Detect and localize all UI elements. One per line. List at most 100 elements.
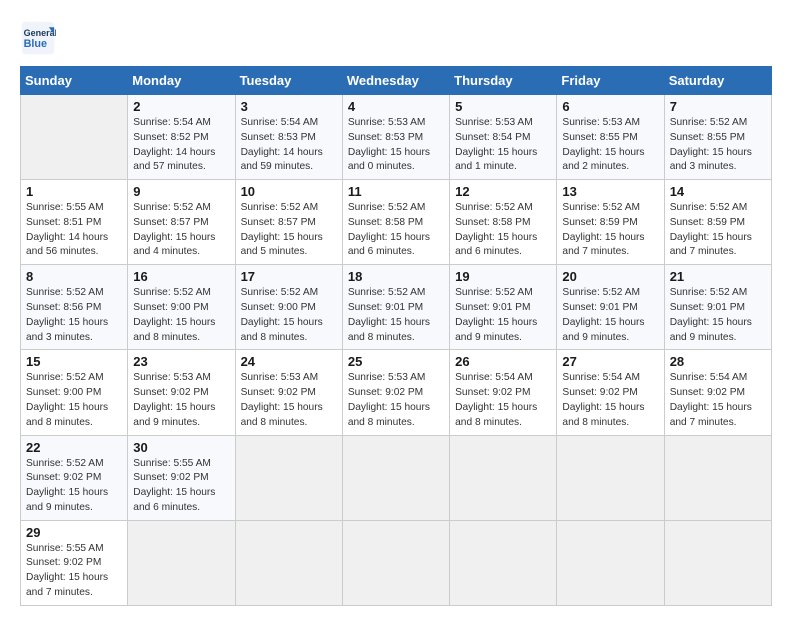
calendar-cell <box>128 520 235 605</box>
sunrise-label: Sunrise: 5:54 AM <box>133 117 211 128</box>
daylight-label: Daylight: 15 hours and 8 minutes. <box>348 317 430 343</box>
day-number: 12 <box>455 184 551 199</box>
sunset-label: Sunset: 9:02 PM <box>26 557 101 568</box>
daylight-label: Daylight: 15 hours and 7 minutes. <box>670 402 752 428</box>
day-number: 21 <box>670 269 766 284</box>
daylight-label: Daylight: 15 hours and 9 minutes. <box>562 317 644 343</box>
calendar-cell: 23 Sunrise: 5:53 AM Sunset: 9:02 PM Dayl… <box>128 350 235 435</box>
day-info: Sunrise: 5:53 AM Sunset: 8:55 PM Dayligh… <box>562 116 658 175</box>
day-number: 1 <box>26 184 122 199</box>
calendar-cell <box>450 520 557 605</box>
day-number: 22 <box>26 440 122 455</box>
day-info: Sunrise: 5:55 AM Sunset: 9:02 PM Dayligh… <box>133 457 229 516</box>
day-info: Sunrise: 5:52 AM Sunset: 9:01 PM Dayligh… <box>562 286 658 345</box>
calendar-cell <box>235 520 342 605</box>
daylight-label: Daylight: 15 hours and 3 minutes. <box>26 317 108 343</box>
sunrise-label: Sunrise: 5:52 AM <box>455 202 533 213</box>
calendar-cell: 25 Sunrise: 5:53 AM Sunset: 9:02 PM Dayl… <box>342 350 449 435</box>
sunset-label: Sunset: 8:59 PM <box>562 217 637 228</box>
sunset-label: Sunset: 8:57 PM <box>241 217 316 228</box>
sunset-label: Sunset: 8:53 PM <box>348 132 423 143</box>
sunset-label: Sunset: 9:02 PM <box>133 387 208 398</box>
day-number: 19 <box>455 269 551 284</box>
day-number: 4 <box>348 99 444 114</box>
daylight-label: Daylight: 15 hours and 1 minute. <box>455 147 537 173</box>
calendar-cell <box>235 435 342 520</box>
day-number: 16 <box>133 269 229 284</box>
day-number: 3 <box>241 99 337 114</box>
calendar-cell <box>557 435 664 520</box>
day-info: Sunrise: 5:52 AM Sunset: 9:00 PM Dayligh… <box>241 286 337 345</box>
calendar-cell: 13 Sunrise: 5:52 AM Sunset: 8:59 PM Dayl… <box>557 180 664 265</box>
calendar-row: 15 Sunrise: 5:52 AM Sunset: 9:00 PM Dayl… <box>21 350 772 435</box>
day-info: Sunrise: 5:54 AM Sunset: 8:52 PM Dayligh… <box>133 116 229 175</box>
sunrise-label: Sunrise: 5:54 AM <box>241 117 319 128</box>
day-number: 29 <box>26 525 122 540</box>
sunset-label: Sunset: 8:58 PM <box>455 217 530 228</box>
daylight-label: Daylight: 15 hours and 8 minutes. <box>348 402 430 428</box>
sunrise-label: Sunrise: 5:53 AM <box>562 117 640 128</box>
day-info: Sunrise: 5:52 AM Sunset: 8:57 PM Dayligh… <box>241 201 337 260</box>
daylight-label: Daylight: 15 hours and 6 minutes. <box>133 487 215 513</box>
daylight-label: Daylight: 15 hours and 9 minutes. <box>133 402 215 428</box>
day-info: Sunrise: 5:53 AM Sunset: 9:02 PM Dayligh… <box>348 371 444 430</box>
sunrise-label: Sunrise: 5:52 AM <box>133 287 211 298</box>
daylight-label: Daylight: 15 hours and 7 minutes. <box>670 232 752 258</box>
day-number: 10 <box>241 184 337 199</box>
sunset-label: Sunset: 8:53 PM <box>241 132 316 143</box>
day-info: Sunrise: 5:54 AM Sunset: 9:02 PM Dayligh… <box>562 371 658 430</box>
calendar-cell: 4 Sunrise: 5:53 AM Sunset: 8:53 PM Dayli… <box>342 95 449 180</box>
daylight-label: Daylight: 15 hours and 9 minutes. <box>26 487 108 513</box>
calendar-cell: 3 Sunrise: 5:54 AM Sunset: 8:53 PM Dayli… <box>235 95 342 180</box>
sunset-label: Sunset: 9:01 PM <box>562 302 637 313</box>
sunrise-label: Sunrise: 5:52 AM <box>26 372 104 383</box>
sunrise-label: Sunrise: 5:52 AM <box>670 287 748 298</box>
sunset-label: Sunset: 9:01 PM <box>348 302 423 313</box>
calendar-header: Sunday Monday Tuesday Wednesday Thursday… <box>21 67 772 95</box>
calendar-cell: 26 Sunrise: 5:54 AM Sunset: 9:02 PM Dayl… <box>450 350 557 435</box>
daylight-label: Daylight: 15 hours and 8 minutes. <box>241 402 323 428</box>
sunset-label: Sunset: 9:00 PM <box>26 387 101 398</box>
page-header: General Blue <box>20 20 772 56</box>
day-number: 27 <box>562 354 658 369</box>
sunset-label: Sunset: 9:02 PM <box>348 387 423 398</box>
calendar-cell: 15 Sunrise: 5:52 AM Sunset: 9:00 PM Dayl… <box>21 350 128 435</box>
day-number: 13 <box>562 184 658 199</box>
sunset-label: Sunset: 8:55 PM <box>670 132 745 143</box>
day-number: 26 <box>455 354 551 369</box>
day-info: Sunrise: 5:52 AM Sunset: 8:58 PM Dayligh… <box>455 201 551 260</box>
calendar-cell <box>342 435 449 520</box>
calendar-cell: 9 Sunrise: 5:52 AM Sunset: 8:57 PM Dayli… <box>128 180 235 265</box>
daylight-label: Daylight: 14 hours and 56 minutes. <box>26 232 108 258</box>
day-number: 8 <box>26 269 122 284</box>
calendar-cell: 12 Sunrise: 5:52 AM Sunset: 8:58 PM Dayl… <box>450 180 557 265</box>
header-tuesday: Tuesday <box>235 67 342 95</box>
day-number: 5 <box>455 99 551 114</box>
sunrise-label: Sunrise: 5:55 AM <box>26 202 104 213</box>
sunset-label: Sunset: 9:02 PM <box>26 472 101 483</box>
header-thursday: Thursday <box>450 67 557 95</box>
calendar-cell: 1 Sunrise: 5:55 AM Sunset: 8:51 PM Dayli… <box>21 180 128 265</box>
day-info: Sunrise: 5:52 AM Sunset: 9:01 PM Dayligh… <box>455 286 551 345</box>
calendar-cell: 16 Sunrise: 5:52 AM Sunset: 9:00 PM Dayl… <box>128 265 235 350</box>
calendar-cell: 10 Sunrise: 5:52 AM Sunset: 8:57 PM Dayl… <box>235 180 342 265</box>
sunrise-label: Sunrise: 5:54 AM <box>455 372 533 383</box>
calendar-cell: 5 Sunrise: 5:53 AM Sunset: 8:54 PM Dayli… <box>450 95 557 180</box>
sunset-label: Sunset: 8:51 PM <box>26 217 101 228</box>
calendar-cell: 27 Sunrise: 5:54 AM Sunset: 9:02 PM Dayl… <box>557 350 664 435</box>
sunrise-label: Sunrise: 5:53 AM <box>455 117 533 128</box>
day-info: Sunrise: 5:52 AM Sunset: 8:59 PM Dayligh… <box>670 201 766 260</box>
daylight-label: Daylight: 15 hours and 8 minutes. <box>562 402 644 428</box>
calendar-cell <box>664 435 771 520</box>
calendar-cell: 6 Sunrise: 5:53 AM Sunset: 8:55 PM Dayli… <box>557 95 664 180</box>
day-info: Sunrise: 5:54 AM Sunset: 8:53 PM Dayligh… <box>241 116 337 175</box>
sunrise-label: Sunrise: 5:55 AM <box>26 543 104 554</box>
sunrise-label: Sunrise: 5:52 AM <box>241 287 319 298</box>
calendar-cell: 24 Sunrise: 5:53 AM Sunset: 9:02 PM Dayl… <box>235 350 342 435</box>
header-wednesday: Wednesday <box>342 67 449 95</box>
daylight-label: Daylight: 15 hours and 5 minutes. <box>241 232 323 258</box>
sunrise-label: Sunrise: 5:52 AM <box>348 287 426 298</box>
calendar-cell: 29 Sunrise: 5:55 AM Sunset: 9:02 PM Dayl… <box>21 520 128 605</box>
sunset-label: Sunset: 9:01 PM <box>455 302 530 313</box>
calendar-cell: 30 Sunrise: 5:55 AM Sunset: 9:02 PM Dayl… <box>128 435 235 520</box>
